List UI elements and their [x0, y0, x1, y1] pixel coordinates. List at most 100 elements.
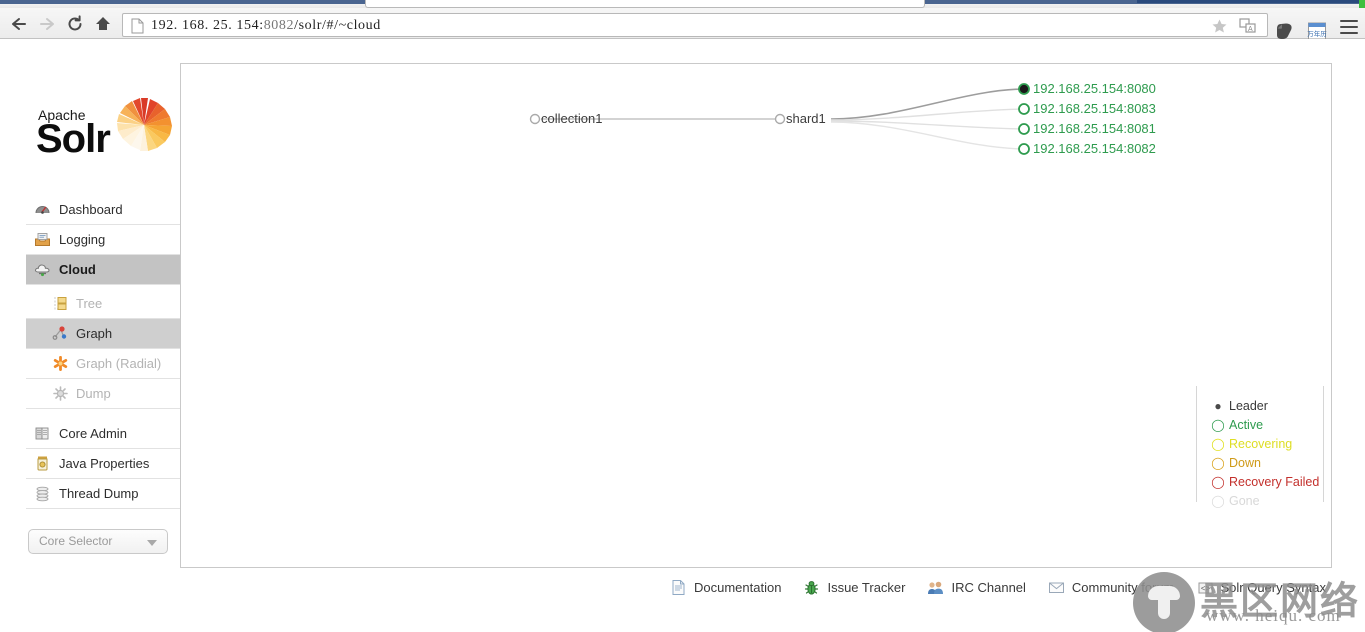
sidebar-item-label: Graph (Radial): [76, 356, 162, 371]
graph-edge: [830, 120, 1025, 130]
address-bar-text: 192. 168. 25. 154:8082/solr/#/~cloud: [151, 18, 381, 33]
translate-icon[interactable]: A: [1239, 18, 1257, 34]
sidebar-item-graph-radial[interactable]: Graph (Radial): [26, 349, 180, 379]
sidebar-item-label: Dump: [76, 386, 111, 401]
legend-row-recovering: ◯ Recovering: [1211, 434, 1323, 453]
sidebar-nav-primary: Dashboard Logging Cloud: [26, 195, 180, 285]
sidebar-item-logging[interactable]: Logging: [26, 225, 180, 255]
sidebar-nav-cloud-sub: Tree Graph Graph (Radial) Dump: [26, 289, 180, 409]
bookmark-star-icon[interactable]: [1211, 18, 1227, 34]
legend-label: Leader: [1229, 398, 1268, 413]
graph-label-node[interactable]: 192.168.25.154:8081: [1033, 121, 1156, 136]
legend-marker-down: ◯: [1211, 455, 1225, 470]
tree-icon: [52, 295, 69, 312]
graph-label-node[interactable]: 192.168.25.154:8083: [1033, 101, 1156, 116]
browser-menu-icon[interactable]: [1340, 20, 1358, 36]
legend-marker-leader: ●: [1214, 398, 1222, 413]
graph-node-replica: [1018, 123, 1030, 135]
thread-dump-icon: [34, 485, 51, 502]
legend-row-recovery-failed: ◯ Recovery Failed: [1211, 472, 1323, 491]
graph-label-shard[interactable]: shard1: [786, 111, 826, 126]
dashboard-icon: [34, 201, 51, 218]
people-icon: [927, 579, 944, 596]
back-arrow-icon[interactable]: [8, 14, 30, 34]
browser-tab[interactable]: [365, 0, 925, 8]
mail-icon: [1048, 579, 1065, 596]
graph-radial-icon: [52, 355, 69, 372]
footer-link-label: IRC Channel: [951, 579, 1026, 595]
graph-label-node[interactable]: 192.168.25.154:8082: [1033, 141, 1156, 156]
legend-marker-recovery-failed: ◯: [1211, 474, 1225, 489]
solr-sunburst-icon: [117, 98, 172, 151]
cloud-graph-panel: collection1 shard1 192.168.25.154:8080 1…: [180, 63, 1332, 568]
graph-node-replica: [1018, 103, 1030, 115]
bug-icon: [803, 579, 820, 596]
graph-edge: [830, 121, 1025, 150]
sidebar-item-label: Core Admin: [59, 426, 127, 441]
page-icon: [131, 18, 144, 34]
core-admin-icon: [34, 425, 51, 442]
footer-link-label: Documentation: [694, 579, 782, 595]
graph-node-shard: [774, 113, 786, 125]
legend-label: Recovering: [1229, 436, 1293, 451]
watermark-url-text: www. heiqu. com: [1206, 606, 1341, 625]
document-icon: [670, 579, 687, 596]
core-selector-label: Core Selector: [39, 534, 113, 548]
reload-icon[interactable]: [64, 14, 86, 34]
graph-icon: [52, 325, 69, 342]
cloud-icon: [34, 261, 51, 278]
sidebar-item-label: Java Properties: [59, 456, 150, 471]
legend-row-active: ◯ Active: [1211, 415, 1323, 434]
sidebar-item-core-admin[interactable]: Core Admin: [26, 419, 180, 449]
footer-link-label: Issue Tracker: [827, 579, 906, 595]
graph-legend: ● Leader ◯ Active ◯ Recovering ◯ Down ◯: [1196, 386, 1324, 508]
graph-node-collection: [529, 113, 541, 125]
legend-label: Recovery Failed: [1229, 474, 1320, 489]
dump-icon: [52, 385, 69, 402]
sidebar-item-thread-dump[interactable]: Thread Dump: [26, 479, 180, 509]
sidebar-item-label: Thread Dump: [59, 486, 139, 501]
sidebar-item-label: Dashboard: [59, 202, 123, 217]
sidebar-item-tree[interactable]: Tree: [26, 289, 180, 319]
forward-arrow-icon[interactable]: [36, 14, 58, 34]
legend-marker-active: ◯: [1211, 417, 1225, 432]
browser-window: 192. 168. 25. 154:8082/solr/#/~cloud A 万…: [0, 0, 1365, 632]
window-corner-accent: [1359, 0, 1365, 8]
address-bar[interactable]: 192. 168. 25. 154:8082/solr/#/~cloud A: [122, 13, 1268, 37]
window-title-accent: [1137, 0, 1359, 3]
footer-link-irc-channel[interactable]: IRC Channel: [927, 579, 1026, 596]
watermark-glyph-stem: [1158, 597, 1170, 619]
logo-solr-text: Solr: [36, 117, 111, 161]
legend-marker-gone: ◯: [1211, 493, 1225, 508]
legend-label: Down: [1229, 455, 1261, 470]
footer-link-issue-tracker[interactable]: Issue Tracker: [803, 579, 905, 596]
sidebar-item-cloud[interactable]: Cloud: [26, 255, 180, 285]
legend-label: Gone: [1229, 493, 1260, 508]
browser-toolbar: 192. 168. 25. 154:8082/solr/#/~cloud A 万…: [0, 8, 1365, 40]
solr-logo[interactable]: Apache Solr: [26, 98, 178, 161]
sidebar-item-graph[interactable]: Graph: [26, 319, 180, 349]
legend-label: Active: [1229, 417, 1264, 432]
legend-row-gone: ◯ Gone: [1211, 491, 1323, 510]
svg-text:万年历: 万年历: [1307, 29, 1327, 38]
legend-row-down: ◯ Down: [1211, 453, 1323, 472]
sidebar-item-label: Cloud: [59, 262, 96, 277]
svg-text:A: A: [1248, 26, 1253, 33]
sidebar-item-label: Graph: [76, 326, 113, 341]
footer-link-documentation[interactable]: Documentation: [670, 579, 781, 596]
graph-node-replica-leader: [1018, 83, 1030, 95]
graph-edge: [830, 108, 1025, 121]
chevron-down-icon: [147, 540, 157, 546]
core-selector-dropdown[interactable]: Core Selector: [28, 529, 168, 554]
java-properties-icon: [34, 455, 51, 472]
sidebar-nav-secondary: Core Admin Java Properties Thread Dump: [26, 419, 180, 509]
cloud-graph-svg: [529, 83, 1030, 155]
sidebar-item-dump[interactable]: Dump: [26, 379, 180, 409]
home-icon[interactable]: [92, 14, 114, 34]
sidebar-item-label: Logging: [59, 232, 106, 247]
sidebar-item-java-properties[interactable]: Java Properties: [26, 449, 180, 479]
graph-node-replica: [1018, 143, 1030, 155]
graph-label-node[interactable]: 192.168.25.154:8080: [1033, 81, 1156, 96]
sidebar-item-dashboard[interactable]: Dashboard: [26, 195, 180, 225]
graph-label-collection[interactable]: collection1: [541, 111, 602, 126]
